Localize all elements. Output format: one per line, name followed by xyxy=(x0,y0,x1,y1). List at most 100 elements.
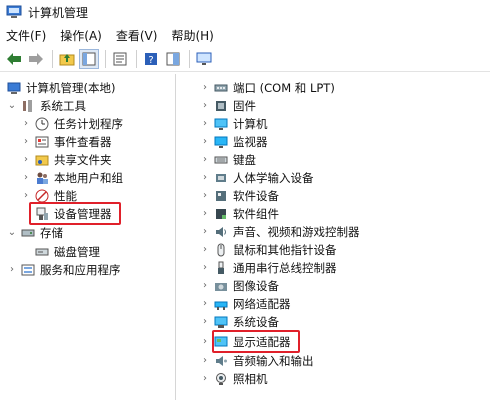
toolbar-separator xyxy=(136,49,137,68)
tree-item-task-scheduler[interactable]: › 任务计划程序 xyxy=(20,114,123,133)
device-item-network[interactable]: › 网络适配器 xyxy=(199,294,291,313)
device-label: 软件设备 xyxy=(233,188,279,203)
device-label: 固件 xyxy=(233,98,256,113)
device-item-usb[interactable]: › 通用串行总线控制器 xyxy=(199,258,337,277)
chevron-right-icon[interactable]: › xyxy=(199,373,211,385)
computer-management-icon xyxy=(6,4,22,20)
device-label: 通用串行总线控制器 xyxy=(233,260,337,275)
chevron-down-icon[interactable]: ⌄ xyxy=(6,100,18,112)
properties-icon[interactable] xyxy=(110,49,130,69)
chevron-right-icon[interactable]: › xyxy=(199,136,211,148)
back-arrow-icon[interactable] xyxy=(4,49,24,69)
window-title: 计算机管理 xyxy=(28,5,89,20)
chevron-right-icon[interactable]: › xyxy=(199,100,211,112)
clock-icon xyxy=(34,116,50,132)
menu-action[interactable]: 操作(A) xyxy=(60,27,102,44)
chevron-right-icon[interactable]: › xyxy=(20,190,32,202)
mouse-icon xyxy=(213,242,229,258)
event-log-icon xyxy=(34,134,50,150)
device-label: 图像设备 xyxy=(233,278,279,293)
menu-bar: 文件(F) 操作(A) 查看(V) 帮助(H) xyxy=(0,25,490,45)
forward-arrow-icon[interactable] xyxy=(26,49,46,69)
chevron-right-icon[interactable]: › xyxy=(199,208,211,220)
toolbar: ? xyxy=(0,46,490,72)
show-hide-tree-icon[interactable] xyxy=(79,48,99,69)
device-label: 系统设备 xyxy=(233,314,279,329)
device-label: 鼠标和其他指针设备 xyxy=(233,242,337,257)
tree-label: 共享文件夹 xyxy=(54,152,112,167)
chevron-right-icon[interactable]: › xyxy=(199,336,211,348)
device-item-audio-io[interactable]: › 音频输入和输出 xyxy=(199,351,314,370)
chevron-right-icon[interactable]: › xyxy=(199,226,211,238)
device-item-imaging[interactable]: › 图像设备 xyxy=(199,276,279,295)
tree-item-services-apps[interactable]: › 服务和应用程序 xyxy=(6,260,121,279)
device-item-hid[interactable]: › 人体学输入设备 xyxy=(199,168,314,187)
menu-file[interactable]: 文件(F) xyxy=(6,27,46,44)
device-item-keyboard[interactable]: › 键盘 xyxy=(199,150,256,169)
tree-label: 服务和应用程序 xyxy=(40,262,121,277)
shared-folder-icon xyxy=(34,152,50,168)
device-item-software-devices[interactable]: › 软件设备 xyxy=(199,186,279,205)
chevron-right-icon[interactable]: › xyxy=(20,154,32,166)
chevron-right-icon[interactable]: › xyxy=(199,190,211,202)
monitor-icon[interactable] xyxy=(194,49,214,69)
tree-item-local-users[interactable]: › 本地用户和组 xyxy=(20,168,123,187)
chevron-right-icon[interactable]: › xyxy=(199,118,211,130)
chevron-right-icon[interactable]: › xyxy=(20,172,32,184)
speaker-icon xyxy=(213,224,229,240)
chevron-right-icon[interactable]: › xyxy=(199,154,211,166)
disk-icon xyxy=(34,244,50,260)
firmware-icon xyxy=(213,98,229,114)
imaging-device-icon xyxy=(213,278,229,294)
chevron-right-icon[interactable]: › xyxy=(199,172,211,184)
chevron-right-icon[interactable]: › xyxy=(199,316,211,328)
device-label: 端口 (COM 和 LPT) xyxy=(233,80,335,95)
tree-label: 本地用户和组 xyxy=(54,170,123,185)
device-item-ports[interactable]: › 端口 (COM 和 LPT) xyxy=(199,78,335,97)
device-item-camera[interactable]: › 照相机 xyxy=(199,369,268,388)
chevron-right-icon[interactable]: › xyxy=(199,280,211,292)
menu-view[interactable]: 查看(V) xyxy=(116,27,158,44)
chevron-right-icon[interactable]: › xyxy=(199,82,211,94)
chevron-down-icon[interactable]: ⌄ xyxy=(6,227,18,239)
chevron-right-icon[interactable]: › xyxy=(6,264,18,276)
port-icon xyxy=(213,80,229,96)
device-label: 声音、视频和游戏控制器 xyxy=(233,224,360,239)
chevron-right-icon[interactable]: › xyxy=(20,136,32,148)
tree-item-disk-management[interactable]: 磁盘管理 xyxy=(32,242,100,261)
navigation-tree: 计算机管理(本地) ⌄ 系统工具 › 任务计划程序 › 事件查看器 › 共享文件… xyxy=(0,74,176,400)
up-folder-icon[interactable] xyxy=(57,49,77,69)
tree-item-storage[interactable]: ⌄ 存储 xyxy=(6,223,63,242)
device-list: › 端口 (COM 和 LPT) › 固件 › 计算机 › 监视器 › 键盘 › xyxy=(177,74,490,400)
chevron-right-icon[interactable]: › xyxy=(199,298,211,310)
display-adapter-highlight-box xyxy=(212,330,300,353)
storage-icon xyxy=(20,225,36,241)
tree-item-event-viewer[interactable]: › 事件查看器 xyxy=(20,132,112,151)
chevron-right-icon[interactable]: › xyxy=(20,118,32,130)
chevron-right-icon[interactable]: › xyxy=(199,244,211,256)
tree-label: 磁盘管理 xyxy=(54,244,100,259)
chevron-right-icon[interactable]: › xyxy=(199,262,211,274)
svg-text:?: ? xyxy=(148,55,153,66)
device-item-firmware[interactable]: › 固件 xyxy=(199,96,256,115)
menu-help[interactable]: 帮助(H) xyxy=(171,27,213,44)
tree-item-system-tools[interactable]: ⌄ 系统工具 xyxy=(6,96,86,115)
device-item-software-components[interactable]: › 软件组件 xyxy=(199,204,279,223)
chevron-right-icon[interactable]: › xyxy=(199,355,211,367)
usb-icon xyxy=(213,260,229,276)
help-icon[interactable]: ? xyxy=(141,49,161,69)
device-item-monitor[interactable]: › 监视器 xyxy=(199,132,268,151)
tree-item-root[interactable]: 计算机管理(本地) xyxy=(4,78,115,97)
device-item-sound-video[interactable]: › 声音、视频和游戏控制器 xyxy=(199,222,360,241)
device-item-computer[interactable]: › 计算机 xyxy=(199,114,268,133)
tree-item-shared-folders[interactable]: › 共享文件夹 xyxy=(20,150,112,169)
device-item-system-devices[interactable]: › 系统设备 xyxy=(199,312,279,331)
keyboard-icon xyxy=(213,152,229,168)
services-icon xyxy=(20,262,36,278)
device-label: 软件组件 xyxy=(233,206,279,221)
device-item-mouse[interactable]: › 鼠标和其他指针设备 xyxy=(199,240,337,259)
device-label: 计算机 xyxy=(233,116,268,131)
title-bar: 计算机管理 xyxy=(0,0,490,24)
audio-io-icon xyxy=(213,353,229,369)
view-pane-icon[interactable] xyxy=(163,49,183,69)
